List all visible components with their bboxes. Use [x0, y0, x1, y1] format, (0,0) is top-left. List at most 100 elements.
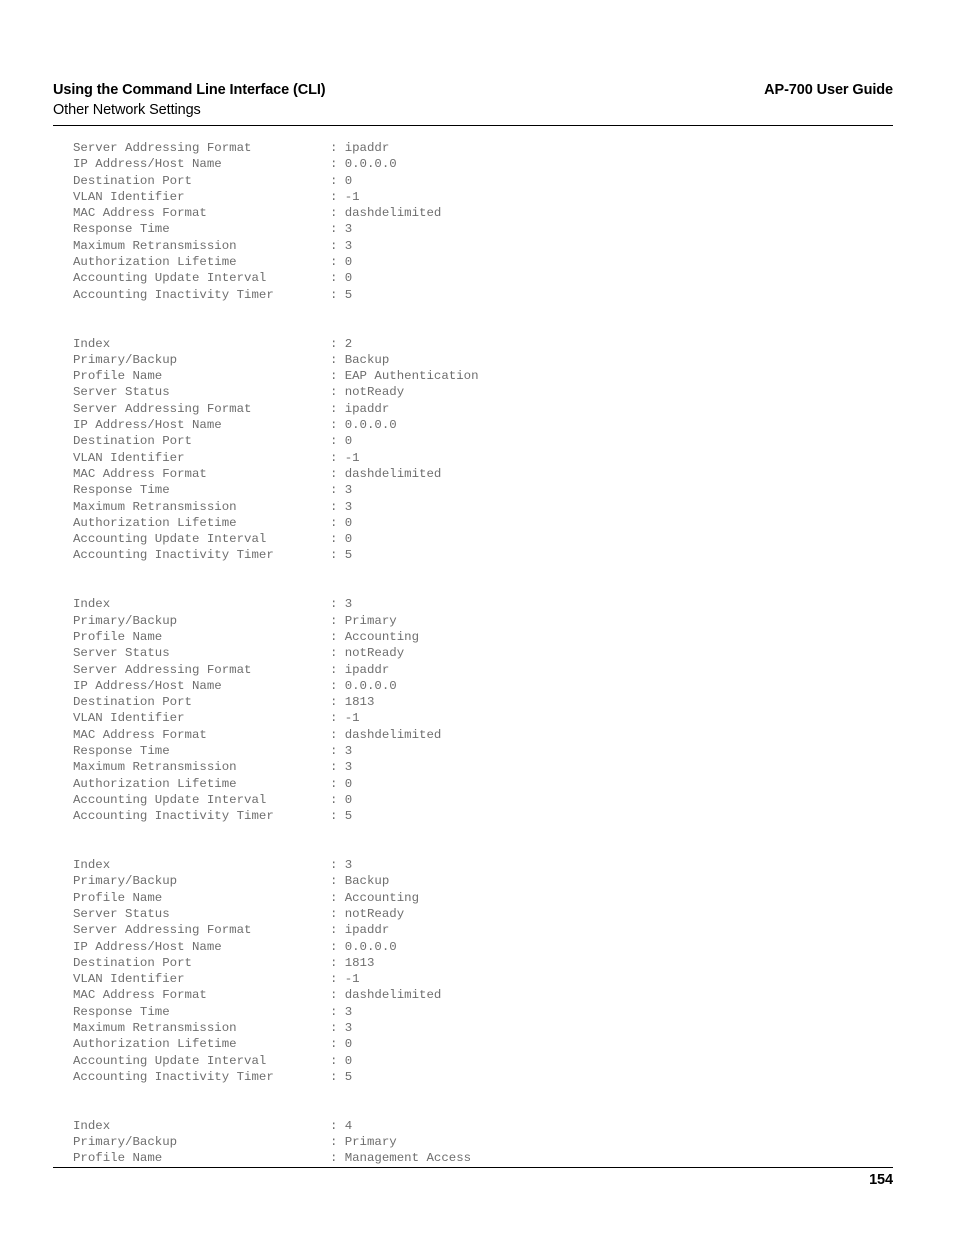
cli-field-value: 5 [344, 809, 353, 824]
cli-field-separator: : [330, 515, 338, 530]
cli-field-value: Accounting [344, 629, 420, 644]
cli-output-line: MAC Address Format: dashdelimited [73, 466, 883, 482]
cli-field-separator: : [330, 874, 338, 889]
cli-output-line: Response Time:3 [73, 221, 883, 237]
document-page: Using the Command Line Interface (CLI) A… [0, 0, 954, 1235]
cli-field-separator: : [330, 1118, 338, 1133]
cli-output-line: Authorization Lifetime:0 [73, 254, 883, 270]
cli-record-block: Index:2 Primary/Backup: Backup Profile Name… [73, 336, 883, 564]
cli-record-block: Index:3 Primary/Backup: Backup Profile Name… [73, 857, 883, 1085]
cli-output-line: Maximum Retransmission:3 [73, 238, 883, 254]
cli-field-value: 5 [344, 287, 353, 302]
cli-field-label: Destination Port [73, 955, 192, 970]
cli-output-line: Response Time:3 [73, 1004, 883, 1020]
cli-field-value: 0 [344, 776, 353, 791]
header-subsection-title: Other Network Settings [53, 102, 201, 118]
cli-field-label: Server Status [73, 385, 170, 400]
cli-field-separator: : [330, 157, 338, 172]
cli-field-label: Accounting Update Interval [73, 532, 267, 547]
cli-record-block: Server Addressing Format: ipaddr IP Addres… [73, 140, 883, 303]
cli-field-separator: : [330, 434, 338, 449]
cli-output-line: Index:3 [73, 596, 883, 612]
cli-output-line: Primary/Backup: Primary [73, 613, 883, 629]
cli-field-value: 1813 [344, 695, 375, 710]
cli-field-separator: : [330, 890, 338, 905]
cli-field-separator: : [330, 450, 338, 465]
header-guide-title: AP-700 User Guide [764, 82, 893, 98]
cli-field-value: Primary [344, 613, 397, 628]
cli-field-label: Destination Port [73, 695, 192, 710]
cli-field-value: Accounting [344, 890, 420, 905]
cli-output-line: Primary/Backup: Backup [73, 873, 883, 889]
cli-field-label: Profile Name [73, 1151, 163, 1166]
cli-field-label: Server Addressing Format [73, 662, 252, 677]
cli-output-line: IP Address/Host Name:0.0.0.0 [73, 417, 883, 433]
cli-output-line: Server Status: notReady [73, 906, 883, 922]
cli-output-line: Profile Name: EAP Authentication [73, 368, 883, 384]
cli-field-value: 5 [344, 548, 353, 563]
cli-field-separator: : [330, 238, 338, 253]
cli-record-block: Index:3 Primary/Backup: Primary Profile Nam… [73, 596, 883, 824]
cli-field-value: 5 [344, 1069, 353, 1084]
cli-output-line: Index:2 [73, 336, 883, 352]
cli-output-line: Primary/Backup: Backup [73, 352, 883, 368]
cli-field-value: 0.0.0.0 [344, 157, 397, 172]
cli-field-label: VLAN Identifier [73, 711, 185, 726]
cli-field-separator: : [330, 401, 338, 416]
cli-field-label: Profile Name [73, 890, 163, 905]
cli-field-label: Authorization Lifetime [73, 1037, 237, 1052]
cli-output-line: Accounting Update Interval:0 [73, 1053, 883, 1069]
cli-field-separator: : [330, 499, 338, 514]
cli-field-value: Primary [344, 1135, 397, 1150]
cli-field-separator: : [330, 955, 338, 970]
cli-field-value: notReady [344, 906, 405, 921]
cli-field-separator: : [330, 1069, 338, 1084]
cli-field-label: Authorization Lifetime [73, 515, 237, 530]
header-divider-rule [53, 125, 893, 126]
cli-field-separator: : [330, 972, 338, 987]
cli-field-label: Maximum Retransmission [73, 238, 237, 253]
cli-field-separator: : [330, 222, 338, 237]
cli-output-line: Accounting Inactivity Timer:5 [73, 287, 883, 303]
cli-field-separator: : [330, 352, 338, 367]
cli-field-label: Primary/Backup [73, 352, 178, 367]
cli-output-line: Server Addressing Format: ipaddr [73, 140, 883, 156]
cli-field-value: 3 [344, 760, 353, 775]
cli-output-line: MAC Address Format: dashdelimited [73, 727, 883, 743]
cli-output-line: VLAN Identifier: -1 [73, 710, 883, 726]
cli-field-separator: : [330, 466, 338, 481]
cli-field-label: Maximum Retransmission [73, 499, 237, 514]
cli-output-line: Destination Port:1813 [73, 955, 883, 971]
cli-field-value: ipaddr [344, 401, 390, 416]
cli-field-value: Backup [344, 874, 390, 889]
cli-field-value: 0 [344, 434, 353, 449]
cli-field-label: Accounting Inactivity Timer [73, 287, 274, 302]
cli-output-line: Maximum Retransmission:3 [73, 759, 883, 775]
cli-field-separator: : [330, 792, 338, 807]
cli-field-label: Index [73, 1118, 111, 1133]
cli-output-line: Server Addressing Format: ipaddr [73, 662, 883, 678]
cli-output-line: Profile Name: Accounting [73, 629, 883, 645]
cli-output-line: Index:3 [73, 857, 883, 873]
cli-field-label: Response Time [73, 1004, 170, 1019]
cli-field-value: 3 [344, 499, 353, 514]
cli-field-separator: : [330, 418, 338, 433]
cli-field-separator: : [330, 629, 338, 644]
cli-field-label: Primary/Backup [73, 1135, 178, 1150]
cli-field-separator: : [330, 662, 338, 677]
cli-field-label: IP Address/Host Name [73, 418, 222, 433]
cli-field-value: ipaddr [344, 141, 390, 155]
cli-field-value: Management Access [344, 1151, 472, 1166]
cli-field-label: MAC Address Format [73, 988, 207, 1003]
cli-field-label: Accounting Update Interval [73, 1053, 267, 1068]
cli-output-line: Accounting Inactivity Timer:5 [73, 808, 883, 824]
cli-field-separator: : [330, 1021, 338, 1036]
cli-field-value: 3 [344, 222, 353, 237]
cli-field-label: Destination Port [73, 434, 192, 449]
cli-field-separator: : [330, 1135, 338, 1150]
cli-field-separator: : [330, 906, 338, 921]
cli-field-value: 1813 [344, 955, 375, 970]
cli-field-label: MAC Address Format [73, 206, 207, 221]
cli-output-line: Accounting Update Interval:0 [73, 792, 883, 808]
cli-field-value: dashdelimited [344, 727, 442, 742]
